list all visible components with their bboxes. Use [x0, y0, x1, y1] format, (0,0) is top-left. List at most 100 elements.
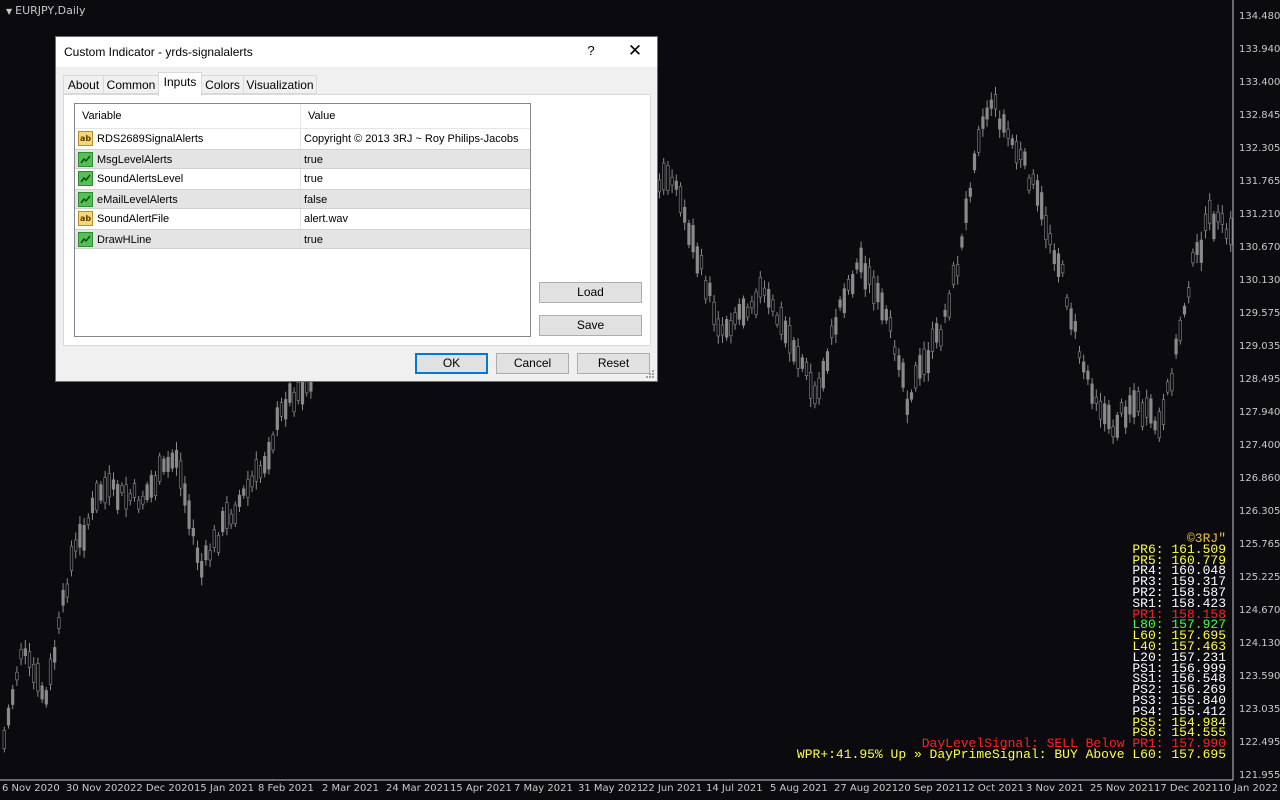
tab-about[interactable]: About: [63, 75, 104, 94]
candlestick: [813, 381, 817, 409]
price-tick-label: 133.400: [1239, 77, 1280, 88]
price-tick-label: 126.860: [1239, 473, 1280, 484]
table-row[interactable]: ab SoundAlertFile alert.wav: [75, 209, 530, 229]
table-row[interactable]: MsgLevelAlerts true: [75, 149, 530, 169]
candlestick: [977, 125, 981, 157]
candlestick: [825, 348, 830, 374]
price-tick-label: 127.400: [1239, 440, 1280, 451]
candlestick: [867, 258, 872, 294]
candlestick: [107, 465, 111, 506]
load-button[interactable]: Load: [539, 282, 642, 303]
table-row[interactable]: ab RDS2689SignalAlerts Copyright © 2013 …: [75, 129, 530, 149]
candlestick: [750, 295, 754, 314]
row-value[interactable]: true: [304, 234, 323, 246]
candlestick: [691, 218, 695, 259]
candlestick: [229, 509, 233, 530]
close-button[interactable]: ✕: [624, 41, 646, 61]
candlestick: [124, 476, 128, 518]
save-button[interactable]: Save: [539, 315, 642, 336]
candlestick: [1208, 193, 1212, 231]
candlestick: [972, 150, 977, 174]
candlestick: [771, 294, 775, 317]
tab-colors[interactable]: Colors: [201, 75, 244, 94]
candlestick: [90, 490, 95, 520]
row-value[interactable]: Copyright © 2013 3RJ ~ Roy Philips-Jacob…: [304, 133, 518, 145]
candlestick: [762, 280, 767, 303]
table-row[interactable]: eMailLevelAlerts false: [75, 189, 530, 209]
candlestick: [993, 86, 998, 117]
candlestick: [1216, 204, 1220, 230]
row-value[interactable]: true: [304, 173, 323, 185]
inputs-grid[interactable]: Variable Value ab RDS2689SignalAlerts Co…: [74, 103, 531, 337]
date-tick-label: 14 Jul 2021: [706, 783, 763, 794]
table-row[interactable]: DrawHLine true: [75, 229, 530, 249]
ok-button[interactable]: OK: [415, 353, 488, 374]
candlestick: [998, 110, 1002, 138]
candlestick: [884, 305, 888, 325]
tab-common[interactable]: Common: [103, 75, 159, 94]
price-tick-label: 129.035: [1239, 341, 1280, 352]
table-row[interactable]: SoundAlertsLevel true: [75, 169, 530, 189]
tab-visualization[interactable]: Visualization: [243, 75, 317, 94]
candlestick: [930, 321, 935, 359]
help-button[interactable]: ?: [583, 41, 599, 61]
candlestick: [779, 301, 783, 341]
candlestick: [128, 488, 132, 506]
candlestick: [288, 379, 292, 407]
row-value[interactable]: false: [304, 194, 327, 206]
grid-header: Variable Value: [75, 104, 530, 129]
candlestick: [1124, 400, 1128, 435]
candlestick: [662, 157, 666, 196]
candlestick: [788, 317, 792, 362]
column-header-variable[interactable]: Variable: [82, 110, 122, 122]
candlestick: [754, 288, 758, 319]
price-tick-label: 124.130: [1239, 638, 1280, 649]
price-tick-label: 130.130: [1239, 275, 1280, 286]
candlestick: [943, 303, 947, 323]
column-separator: [300, 230, 301, 248]
candlestick: [61, 583, 65, 613]
price-tick-label: 129.575: [1239, 308, 1280, 319]
date-tick-label: 25 Nov 2021: [1090, 783, 1155, 794]
tab-inputs[interactable]: Inputs: [158, 72, 202, 96]
candlestick: [767, 282, 771, 315]
dialog-title-bar[interactable]: Custom Indicator - yrds-signalalerts ? ✕: [56, 37, 657, 67]
price-tick-label: 125.765: [1239, 539, 1280, 550]
row-value[interactable]: true: [304, 154, 323, 166]
candlestick: [897, 348, 901, 377]
candlestick: [834, 308, 838, 343]
date-tick-label: 6 Nov 2020: [2, 783, 60, 794]
dropdown-triangle-icon: ▼: [6, 7, 13, 16]
candlestick: [872, 270, 876, 311]
reset-button[interactable]: Reset: [577, 353, 650, 374]
candlestick: [981, 108, 985, 137]
candlestick: [846, 274, 851, 295]
row-value[interactable]: alert.wav: [304, 213, 348, 225]
candlestick: [1023, 147, 1027, 170]
dialog-title: Custom Indicator - yrds-signalalerts: [64, 45, 253, 59]
candlestick: [179, 452, 183, 497]
candlestick: [678, 182, 683, 217]
resize-grip-icon[interactable]: [645, 369, 655, 379]
cancel-button[interactable]: Cancel: [496, 353, 569, 374]
candlestick: [960, 233, 964, 251]
candlestick: [221, 506, 225, 537]
price-tick-label: 134.480: [1239, 11, 1280, 22]
column-header-value[interactable]: Value: [308, 110, 335, 122]
candlestick: [880, 288, 884, 325]
candlestick: [1191, 248, 1195, 267]
candlestick: [737, 298, 741, 326]
candlestick: [53, 639, 57, 670]
price-tick-label: 123.035: [1239, 704, 1280, 715]
candlestick: [1220, 205, 1224, 233]
candlestick: [725, 315, 729, 341]
candlestick: [989, 92, 993, 116]
candlestick: [720, 316, 725, 344]
candlestick: [1170, 368, 1174, 397]
candlestick: [1010, 134, 1014, 149]
candlestick: [153, 471, 158, 501]
candlestick: [111, 472, 116, 497]
date-tick-label: 20 Sep 2021: [898, 783, 962, 794]
candlestick: [695, 242, 699, 278]
candlestick: [741, 295, 746, 329]
